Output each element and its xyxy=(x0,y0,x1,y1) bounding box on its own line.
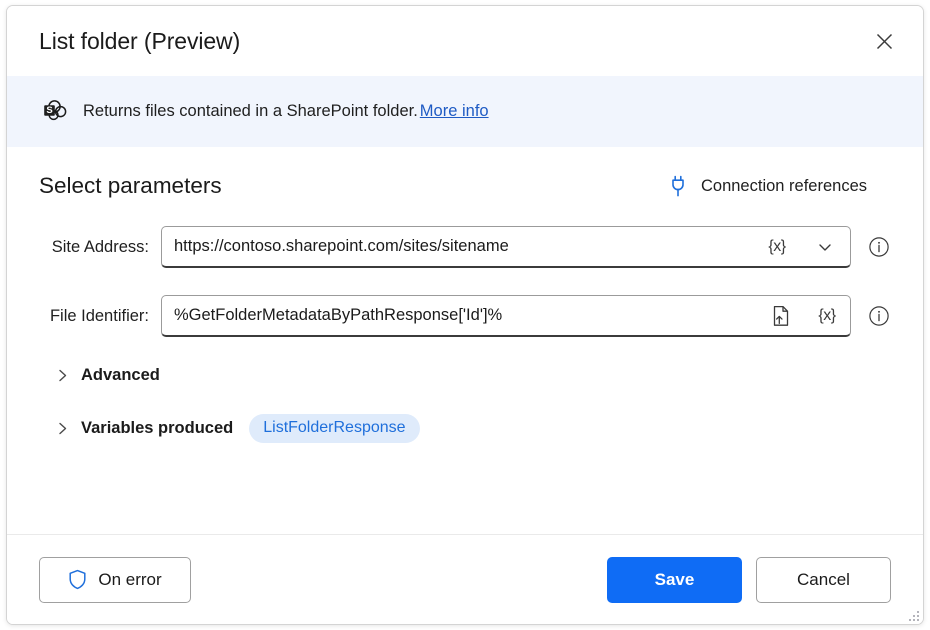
expander-advanced-label: Advanced xyxy=(81,366,160,385)
chevron-down-icon xyxy=(817,239,833,255)
dialog-body: Select parameters Connection references … xyxy=(7,147,923,534)
file-identifier-label: File Identifier: xyxy=(39,307,161,326)
expander-variables-produced[interactable]: Variables produced ListFolderResponse xyxy=(39,414,420,443)
banner-text-wrap: Returns files contained in a SharePoint … xyxy=(83,102,489,121)
site-address-label: Site Address: xyxy=(39,238,161,257)
dialog-footer: On error Save Cancel xyxy=(7,534,923,624)
banner-description: Returns files contained in a SharePoint … xyxy=(83,102,418,120)
chevron-right-icon xyxy=(49,368,75,383)
file-upload-icon xyxy=(771,305,791,327)
site-address-field[interactable]: https://contoso.sharepoint.com/sites/sit… xyxy=(161,226,851,268)
site-address-variable-button[interactable]: {x} xyxy=(754,227,800,266)
file-identifier-field[interactable]: %GetFolderMetadataByPathResponse['Id']% … xyxy=(161,295,851,337)
connection-references-label: Connection references xyxy=(701,177,867,196)
connection-references-button[interactable]: Connection references xyxy=(667,174,891,198)
svg-text:S: S xyxy=(46,105,52,116)
dialog-title: List folder (Preview) xyxy=(39,28,863,55)
site-address-dropdown-button[interactable] xyxy=(800,227,850,266)
variable-chip-listfolderresponse[interactable]: ListFolderResponse xyxy=(249,414,419,443)
cancel-button[interactable]: Cancel xyxy=(756,557,891,603)
file-identifier-variable-button[interactable]: {x} xyxy=(804,296,850,335)
on-error-button[interactable]: On error xyxy=(39,557,191,603)
description-banner: S Returns files contained in a SharePoin… xyxy=(7,76,923,147)
expander-variables-produced-label: Variables produced xyxy=(81,419,233,438)
file-identifier-input[interactable]: %GetFolderMetadataByPathResponse['Id']% xyxy=(162,306,758,325)
file-picker-button[interactable] xyxy=(758,296,804,335)
more-info-link[interactable]: More info xyxy=(420,102,489,120)
chevron-right-icon xyxy=(49,421,75,436)
close-button[interactable] xyxy=(863,22,905,60)
on-error-label: On error xyxy=(98,570,161,590)
section-header: Select parameters Connection references xyxy=(39,173,891,199)
list-folder-dialog: List folder (Preview) S Returns files co… xyxy=(6,5,924,625)
plug-icon xyxy=(667,174,689,198)
save-button[interactable]: Save xyxy=(607,557,742,603)
shield-icon xyxy=(68,569,87,590)
file-identifier-info-icon[interactable] xyxy=(868,305,890,327)
section-title: Select parameters xyxy=(39,173,667,199)
param-row-file-identifier: File Identifier: %GetFolderMetadataByPat… xyxy=(39,295,891,337)
sharepoint-icon: S xyxy=(39,97,69,127)
expander-advanced[interactable]: Advanced xyxy=(39,366,160,385)
resize-grip[interactable] xyxy=(905,607,919,621)
site-address-input[interactable]: https://contoso.sharepoint.com/sites/sit… xyxy=(162,237,754,256)
site-address-info-icon[interactable] xyxy=(868,236,890,258)
param-row-site-address: Site Address: https://contoso.sharepoint… xyxy=(39,226,891,268)
dialog-titlebar: List folder (Preview) xyxy=(7,6,923,76)
close-icon xyxy=(875,32,894,51)
